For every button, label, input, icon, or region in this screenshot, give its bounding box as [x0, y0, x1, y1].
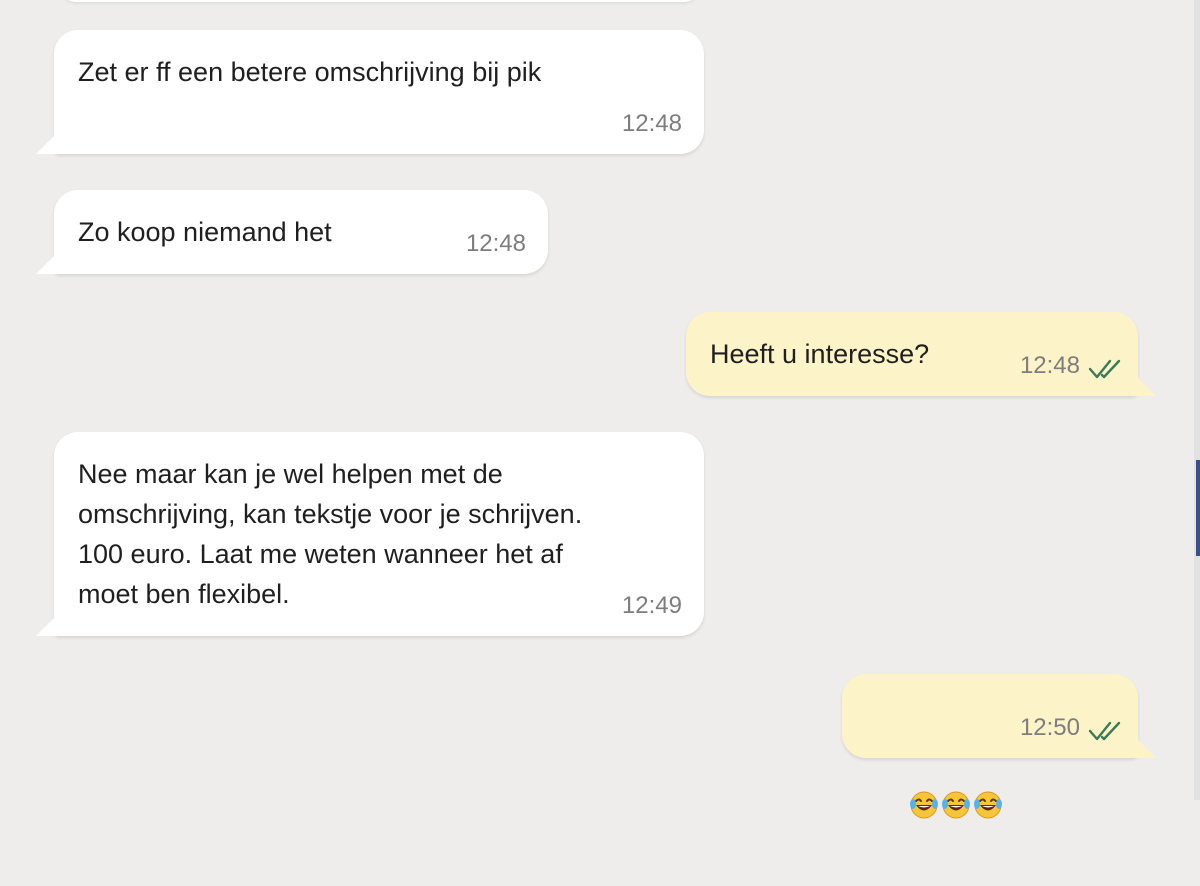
window-edge [1194, 0, 1200, 800]
message-time: 12:48 [1019, 352, 1080, 379]
message-text: Zo koop niemand het [78, 217, 332, 247]
outgoing-message[interactable]: 12:50 [842, 674, 1156, 819]
incoming-message[interactable]: Nee maar kan je wel helpen met de omschr… [36, 432, 704, 636]
incoming-message[interactable]: Zo koop niemand het 12:48 [36, 190, 548, 274]
double-check-icon [1088, 359, 1121, 379]
scrollbar-marker [1196, 460, 1200, 556]
message-time: 12:50 [1019, 714, 1080, 741]
message-text: Nee maar kan je wel helpen met de omschr… [78, 459, 583, 609]
chat-conversation: Zet er ff een betere omschrijving bij pi… [0, 0, 1200, 819]
outgoing-message[interactable]: Heeft u interesse? 12:48 [686, 312, 1156, 396]
double-check-icon [1088, 721, 1121, 741]
emoji-row [864, 700, 1005, 886]
face-with-tears-of-joy-icon [941, 730, 971, 819]
message-time: 12:48 [465, 230, 526, 257]
incoming-message[interactable]: Zet er ff een betere omschrijving bij pi… [36, 30, 704, 154]
face-with-tears-of-joy-icon [973, 730, 1003, 819]
message-text: Zet er ff een betere omschrijving bij pi… [78, 57, 542, 87]
message-text: Heeft u interesse? [710, 339, 930, 369]
message-time: 12:49 [621, 592, 682, 619]
face-with-tears-of-joy-icon [909, 730, 939, 819]
previous-message-bubble[interactable] [60, 0, 700, 2]
message-time: 12:48 [621, 110, 682, 137]
